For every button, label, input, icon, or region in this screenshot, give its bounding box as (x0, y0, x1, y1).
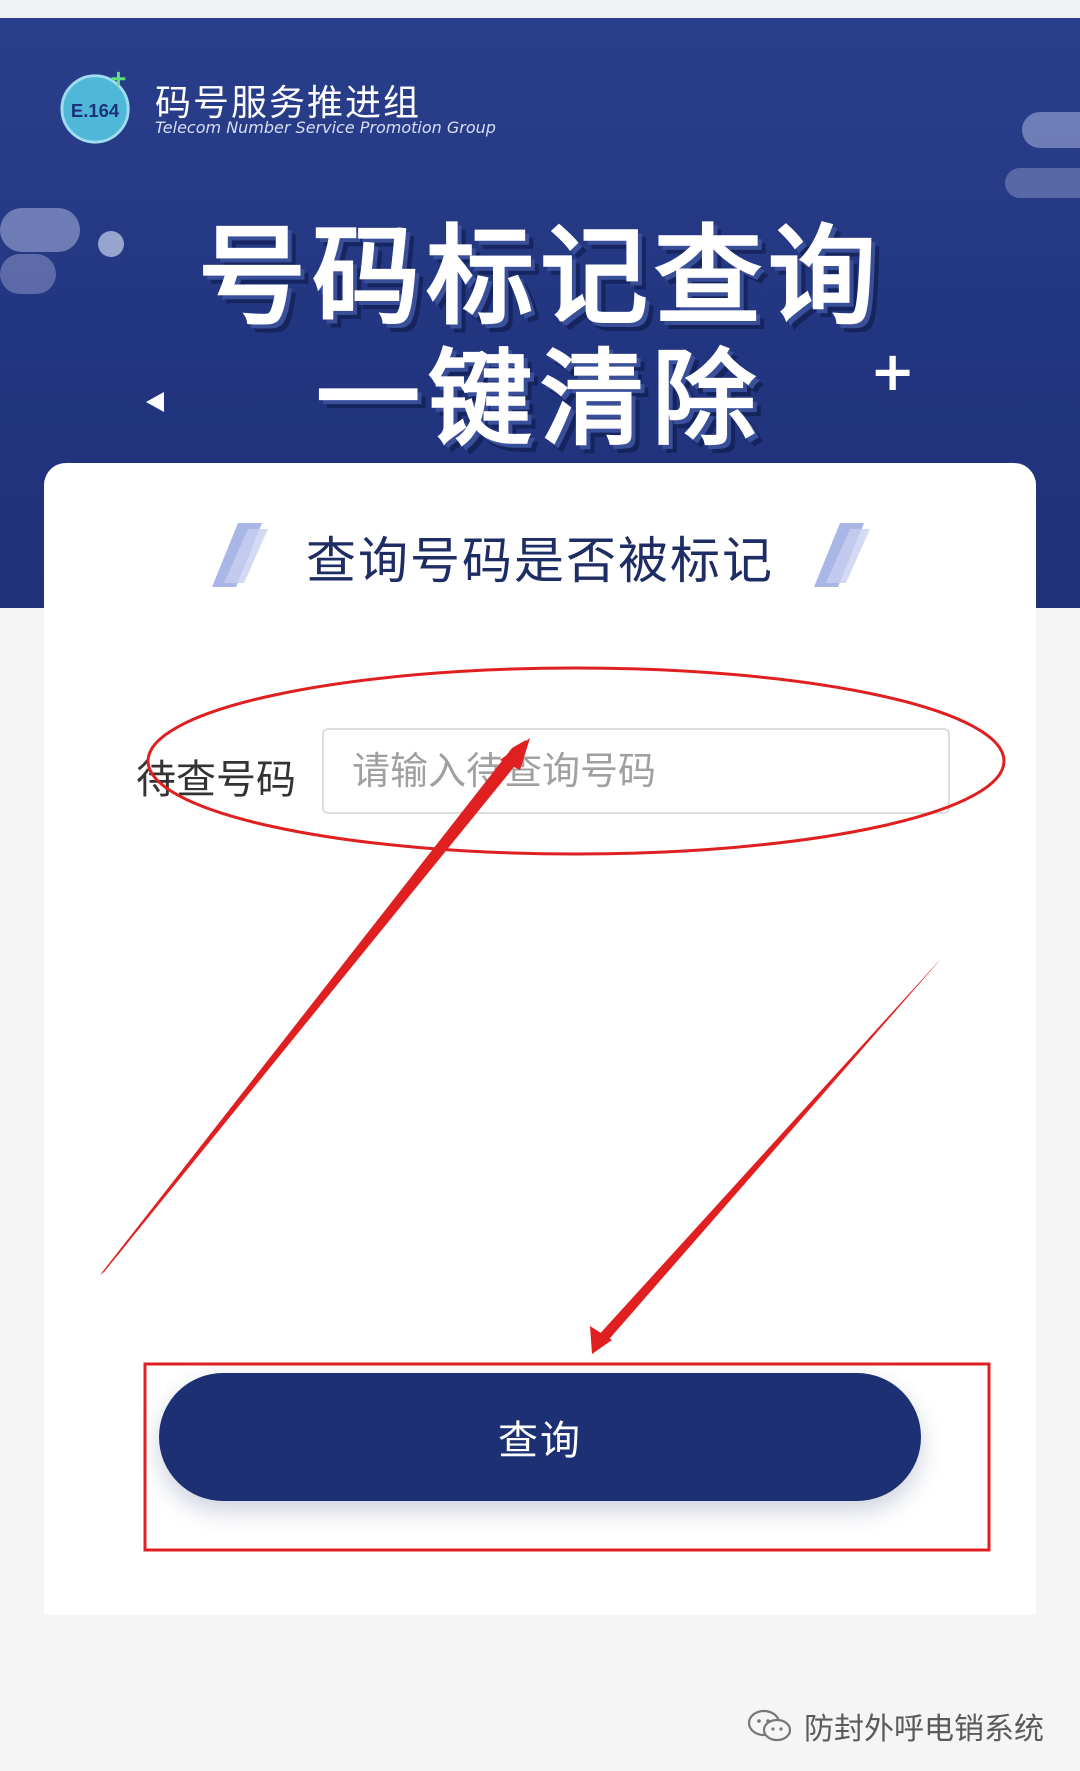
logo-badge-text: E.164 (71, 100, 120, 121)
phone-number-label: 待查号码 (136, 757, 296, 803)
wechat-icon (747, 1709, 792, 1742)
e164-logo-icon: E.164 (60, 71, 130, 144)
watermark-text: 防封外呼电销系统 (804, 1712, 1044, 1747)
query-card: 查询号码是否被标记 待查号码 查询 (44, 463, 1036, 1615)
triangle-decoration (146, 392, 164, 412)
query-button[interactable]: 查询 (159, 1373, 921, 1501)
hero-title-line2: 一键清除 (315, 338, 764, 460)
top-strip (0, 0, 1080, 18)
plus-icon: + (870, 340, 916, 403)
card-title: 查询号码是否被标记 (306, 532, 774, 590)
cloud-decoration (1022, 112, 1080, 148)
right-slash-decoration-icon (814, 523, 870, 587)
org-name-en: Telecom Number Service Promotion Group (155, 118, 496, 137)
watermark: 防封外呼电销系统 (746, 1704, 1044, 1748)
phone-number-input[interactable] (322, 728, 950, 814)
